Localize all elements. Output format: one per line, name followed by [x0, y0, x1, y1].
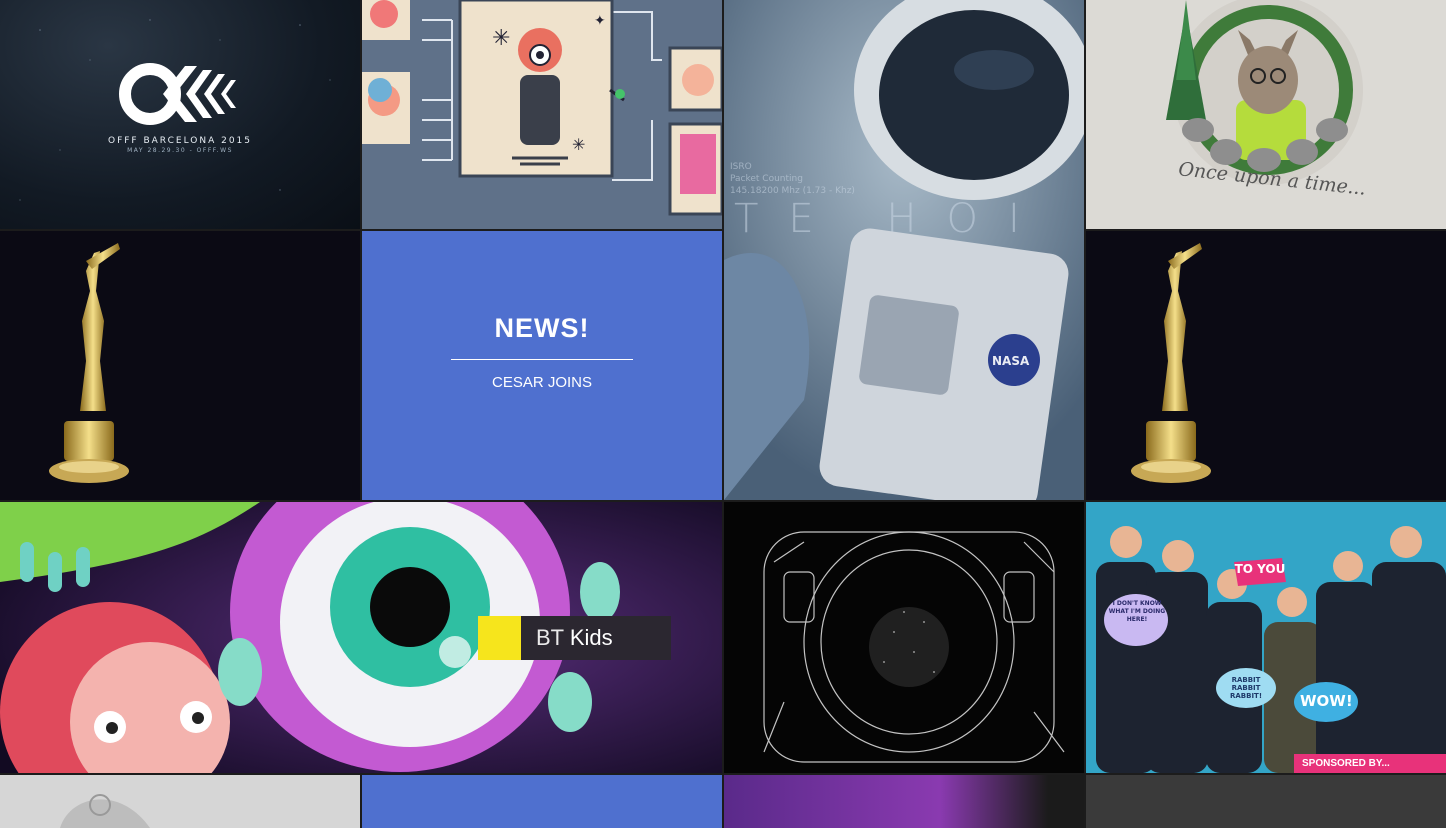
news-subtitle: CESAR JOINS — [491, 374, 593, 391]
illustration-art: ✳ ✦ ✳ — [362, 0, 722, 229]
kids-label: Kids — [569, 625, 613, 650]
sign-wow: WOW! — [1300, 692, 1353, 710]
project-tile-row4-3[interactable] — [724, 775, 1084, 828]
news-title: NEWS! — [494, 313, 590, 343]
astronaut-art — [724, 0, 1084, 500]
project-tile-bt-kids[interactable]: BT Kids — [0, 502, 722, 773]
project-tile-astronaut-sketch[interactable] — [724, 502, 1084, 773]
starfield — [19, 19, 331, 201]
bt-logo-square — [478, 616, 521, 660]
project-tile-party[interactable]: TO YOU I DON'T KNOW WHAT I'M DOING HERE!… — [1086, 502, 1446, 773]
project-tile-wolf[interactable]: Once upon a time... — [1086, 0, 1446, 229]
project-tile-illustration[interactable]: ✳ ✦ ✳ — [362, 0, 722, 229]
astro-overlay-1: ISRO — [730, 162, 752, 172]
offf-subtitle: OFFF BARCELONA 2015 — [107, 136, 252, 146]
project-tile-award-left[interactable] — [0, 231, 360, 500]
trophy-icon — [1086, 231, 1446, 500]
project-tile-row4-1[interactable] — [0, 775, 360, 828]
astro-overlay-3: 145.18200 Mhz (1.73 - Khz) — [730, 186, 855, 196]
party-photo — [1086, 502, 1446, 773]
project-tile-award-right[interactable] — [1086, 231, 1446, 500]
svg-text:✳: ✳ — [572, 137, 585, 154]
offf-detail: MAY 28.29.30 - OFFF.WS — [127, 147, 233, 154]
astro-overlay-big: TE HOI — [734, 196, 1050, 242]
sign-to-you: TO YOU — [1234, 562, 1286, 576]
sketch-art — [724, 502, 1084, 773]
svg-text:✦: ✦ — [594, 12, 606, 28]
project-tile-row4-4[interactable] — [1086, 775, 1446, 828]
sponsor-banner: SPONSORED BY... — [1294, 754, 1446, 773]
project-tile-news[interactable]: NEWS! CESAR JOINS — [362, 231, 722, 500]
bt-kids-badge: BT Kids — [478, 616, 671, 660]
bt-kids-label: BT Kids — [536, 625, 613, 651]
news-divider — [451, 359, 633, 360]
wolf-art — [1086, 0, 1446, 229]
row4-1-art — [0, 775, 360, 828]
trophy-icon — [0, 231, 360, 500]
astro-overlay-2: Packet Counting — [730, 174, 803, 184]
project-tile-offf[interactable]: OFFF BARCELONA 2015 MAY 28.29.30 - OFFF.… — [0, 0, 360, 229]
sign-dont-know: I DON'T KNOW WHAT I'M DOING HERE! — [1108, 600, 1166, 623]
bt-label: BT — [536, 625, 564, 650]
sign-rabbit: RABBIT RABBIT RABBIT! — [1229, 676, 1263, 700]
svg-text:✳: ✳ — [492, 25, 510, 50]
project-tile-row4-2[interactable] — [362, 775, 722, 828]
nasa-badge: NASA — [992, 354, 1030, 368]
project-tile-astronaut[interactable]: ISRO Packet Counting 145.18200 Mhz (1.73… — [724, 0, 1084, 500]
